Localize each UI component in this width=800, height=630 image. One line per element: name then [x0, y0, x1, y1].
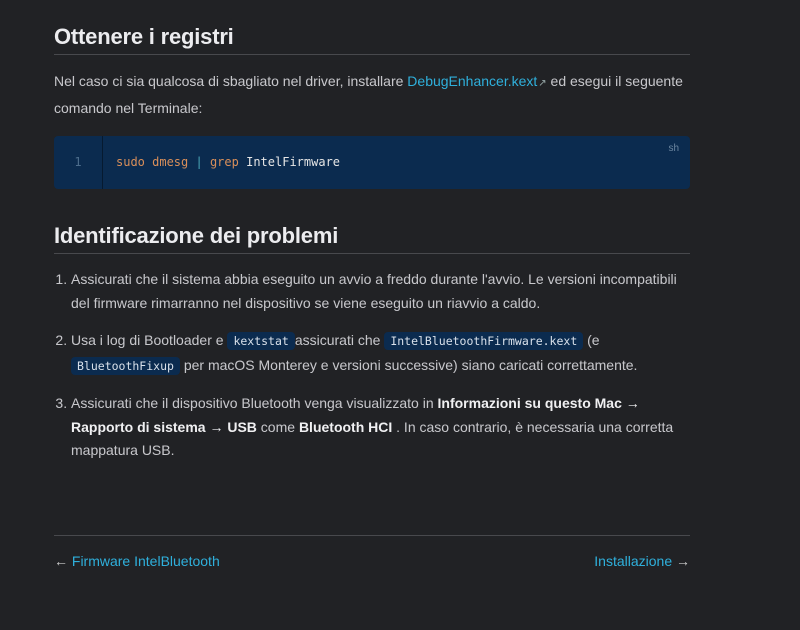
- text: (e: [583, 332, 600, 348]
- content: Ottenere i registri Nel caso ci sia qual…: [54, 0, 690, 477]
- next-page-label[interactable]: Installazione: [594, 553, 672, 569]
- text: Assicurati che il dispositivo Bluetooth …: [71, 395, 438, 411]
- inline-code: IntelBluetoothFirmware.kext: [384, 332, 584, 350]
- code-token: sudo dmesg: [116, 155, 189, 169]
- external-link-icon: ↗: [538, 78, 547, 89]
- text: Usa i log di Bootloader e: [71, 332, 228, 348]
- debugenhancer-link[interactable]: DebugEnhancer.kext↗: [407, 73, 546, 89]
- code-line: sudo dmesg | grep IntelFirmware: [116, 136, 340, 189]
- arrow-right-icon: →: [676, 553, 690, 569]
- list-item: Assicurati che il sistema abbia eseguito…: [71, 268, 690, 315]
- inline-code: kextstat: [227, 332, 295, 350]
- text: come: [256, 418, 299, 435]
- prev-page-link[interactable]: ← Firmware IntelBluetooth: [54, 553, 220, 569]
- code-token: grep: [209, 155, 239, 169]
- code-token: |: [195, 155, 203, 169]
- arrow-left-icon: ←: [54, 553, 68, 569]
- intro-paragraph: Nel caso ci sia qualcosa di sbagliato ne…: [54, 69, 690, 120]
- list-item: Usa i log di Bootloader e kextstatassicu…: [71, 329, 690, 378]
- code-token: IntelFirmware: [246, 155, 341, 169]
- link-text[interactable]: DebugEnhancer.kext: [407, 73, 537, 89]
- next-page-link[interactable]: Installazione →: [594, 553, 690, 569]
- problems-list: Assicurati che il sistema abbia eseguito…: [54, 268, 690, 463]
- heading-ottenere-registri: Ottenere i registri: [54, 24, 690, 55]
- inline-code: BluetoothFixup: [71, 356, 180, 375]
- line-number: 1: [54, 136, 103, 189]
- text: per macOS Monterey e versioni successive…: [179, 356, 638, 373]
- prev-page-label[interactable]: Firmware IntelBluetooth: [72, 553, 220, 569]
- text: assicurati che: [294, 332, 385, 348]
- list-item: Assicurati che il dispositivo Bluetooth …: [71, 392, 690, 463]
- heading-identificazione-problemi: Identificazione dei problemi: [54, 223, 690, 254]
- bold-text: Bluetooth HCI: [298, 418, 393, 435]
- text: Nel caso ci sia qualcosa di sbagliato ne…: [54, 73, 408, 89]
- page-footer-nav: ← Firmware IntelBluetooth Installazione …: [54, 535, 690, 575]
- code-language-label: sh: [668, 143, 679, 154]
- code-block: 1 sudo dmesg | grep IntelFirmware sh: [54, 136, 690, 189]
